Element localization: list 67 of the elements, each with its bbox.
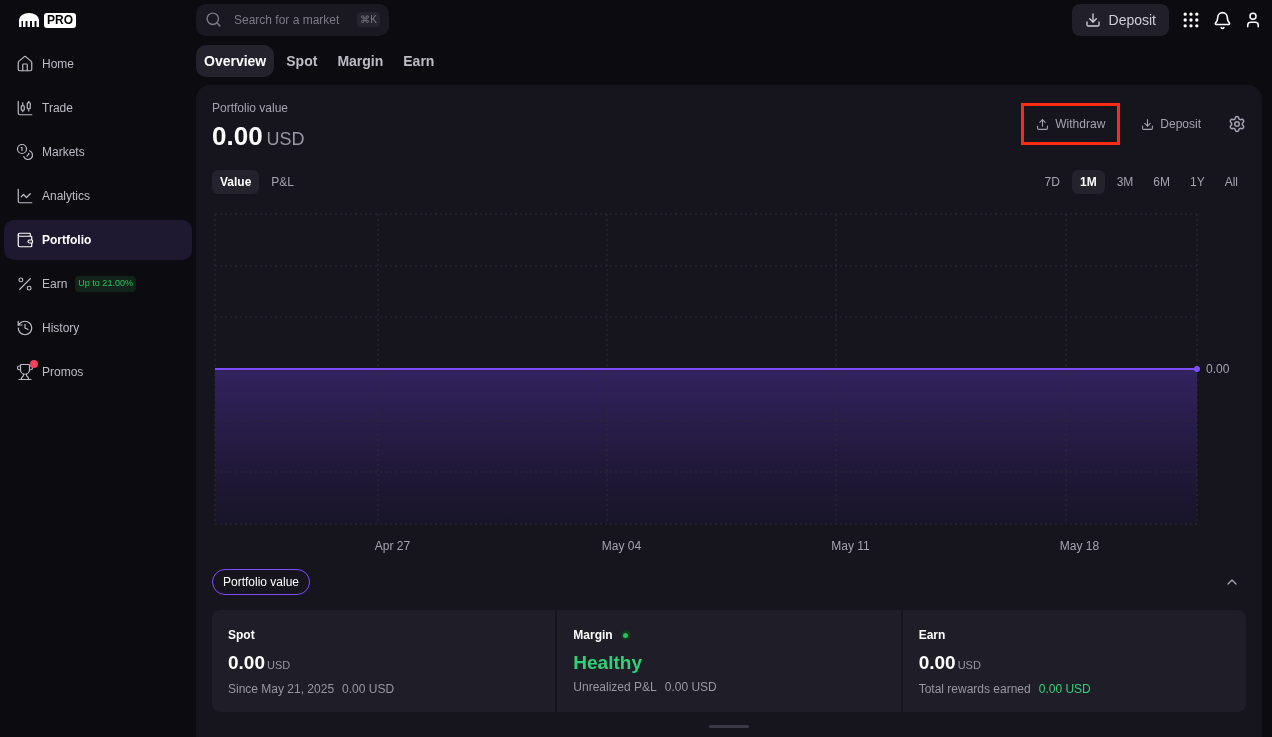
download-icon: [1141, 117, 1155, 131]
wallet-icon: [16, 231, 34, 249]
status-dot: [620, 630, 631, 640]
withdraw-button[interactable]: Withdraw: [1021, 103, 1121, 145]
card-note: Since May 21, 2025: [228, 681, 335, 698]
card-title: Margin: [573, 627, 613, 644]
tab[interactable]: Spot: [278, 45, 326, 77]
card-title: Spot: [228, 627, 255, 644]
card-amount: 0.00: [918, 651, 956, 675]
sidebar-item[interactable]: Home: [4, 44, 192, 84]
view-toggle[interactable]: Value: [212, 170, 260, 194]
chart-icon: [16, 187, 34, 205]
range-button[interactable]: 7D: [1036, 170, 1068, 194]
x-axis-label: May 18: [1059, 538, 1100, 555]
trophy-icon: [16, 363, 34, 381]
card-note: Unrealized P&L: [573, 679, 657, 696]
card-currency: USD: [267, 658, 291, 673]
card-title: Earn: [918, 627, 946, 644]
tab[interactable]: Overview: [196, 45, 275, 77]
margin-status: Healthy: [573, 651, 643, 675]
portfolio-label: Portfolio value: [212, 100, 290, 117]
sidebar-item[interactable]: Portfolio: [4, 220, 192, 260]
logo-icon: [18, 13, 40, 27]
history-icon: [16, 319, 34, 337]
sidebar-item[interactable]: Analytics: [4, 176, 192, 216]
sidebar-item[interactable]: Promos: [4, 352, 192, 392]
x-axis-label: May 04: [601, 538, 642, 555]
deposit-button[interactable]: Deposit: [1071, 4, 1169, 36]
card-note-value: 0.00 USD: [1038, 681, 1091, 698]
coins-icon: [16, 143, 34, 161]
range-button[interactable]: 1Y: [1181, 170, 1213, 194]
range-button[interactable]: All: [1216, 170, 1246, 194]
chart-value-label: 0.00: [1206, 361, 1230, 376]
sidebar-item[interactable]: Markets: [4, 132, 192, 172]
sidebar-item[interactable]: History: [4, 308, 192, 348]
portfolio-amount: 0.00: [212, 120, 263, 153]
deposit-button[interactable]: Deposit: [1126, 103, 1216, 145]
card-note: Total rewards earned: [918, 681, 1031, 698]
home-icon: [16, 55, 34, 73]
candlestick-icon: [16, 99, 34, 117]
x-axis-label: May 11: [831, 538, 870, 555]
apps-grid-icon[interactable]: [1181, 10, 1201, 30]
drag-handle[interactable]: [709, 725, 749, 728]
tab[interactable]: Earn: [395, 45, 443, 77]
x-axis-label: Apr 27: [374, 538, 411, 555]
shortcut-hint: ⌘K: [357, 12, 380, 27]
tab[interactable]: Margin: [329, 45, 392, 77]
range-button[interactable]: 6M: [1145, 170, 1178, 194]
range-button[interactable]: 3M: [1108, 170, 1142, 194]
portfolio-currency: USD: [266, 128, 305, 151]
download-icon: [1084, 12, 1101, 28]
range-button[interactable]: 1M: [1071, 170, 1105, 194]
sidebar-item[interactable]: Earn Up to 21.00%: [4, 264, 192, 304]
card-note-value: 0.00 USD: [664, 679, 717, 696]
settings-icon[interactable]: [1228, 115, 1246, 133]
notifications-icon[interactable]: [1213, 10, 1232, 30]
account-icon[interactable]: [1244, 11, 1262, 29]
percent-icon: [16, 275, 34, 293]
card-currency: USD: [957, 658, 981, 673]
sidebar-item[interactable]: Trade: [4, 88, 192, 128]
earn-rate-badge: Up to 21.00%: [75, 276, 136, 292]
upload-icon: [1036, 117, 1050, 131]
card-amount: 0.00: [228, 651, 265, 675]
search-icon: [205, 11, 222, 28]
logo-badge: PRO: [44, 12, 76, 28]
card-note-value: 0.00 USD: [342, 681, 395, 698]
view-toggle[interactable]: P&L: [263, 170, 303, 194]
